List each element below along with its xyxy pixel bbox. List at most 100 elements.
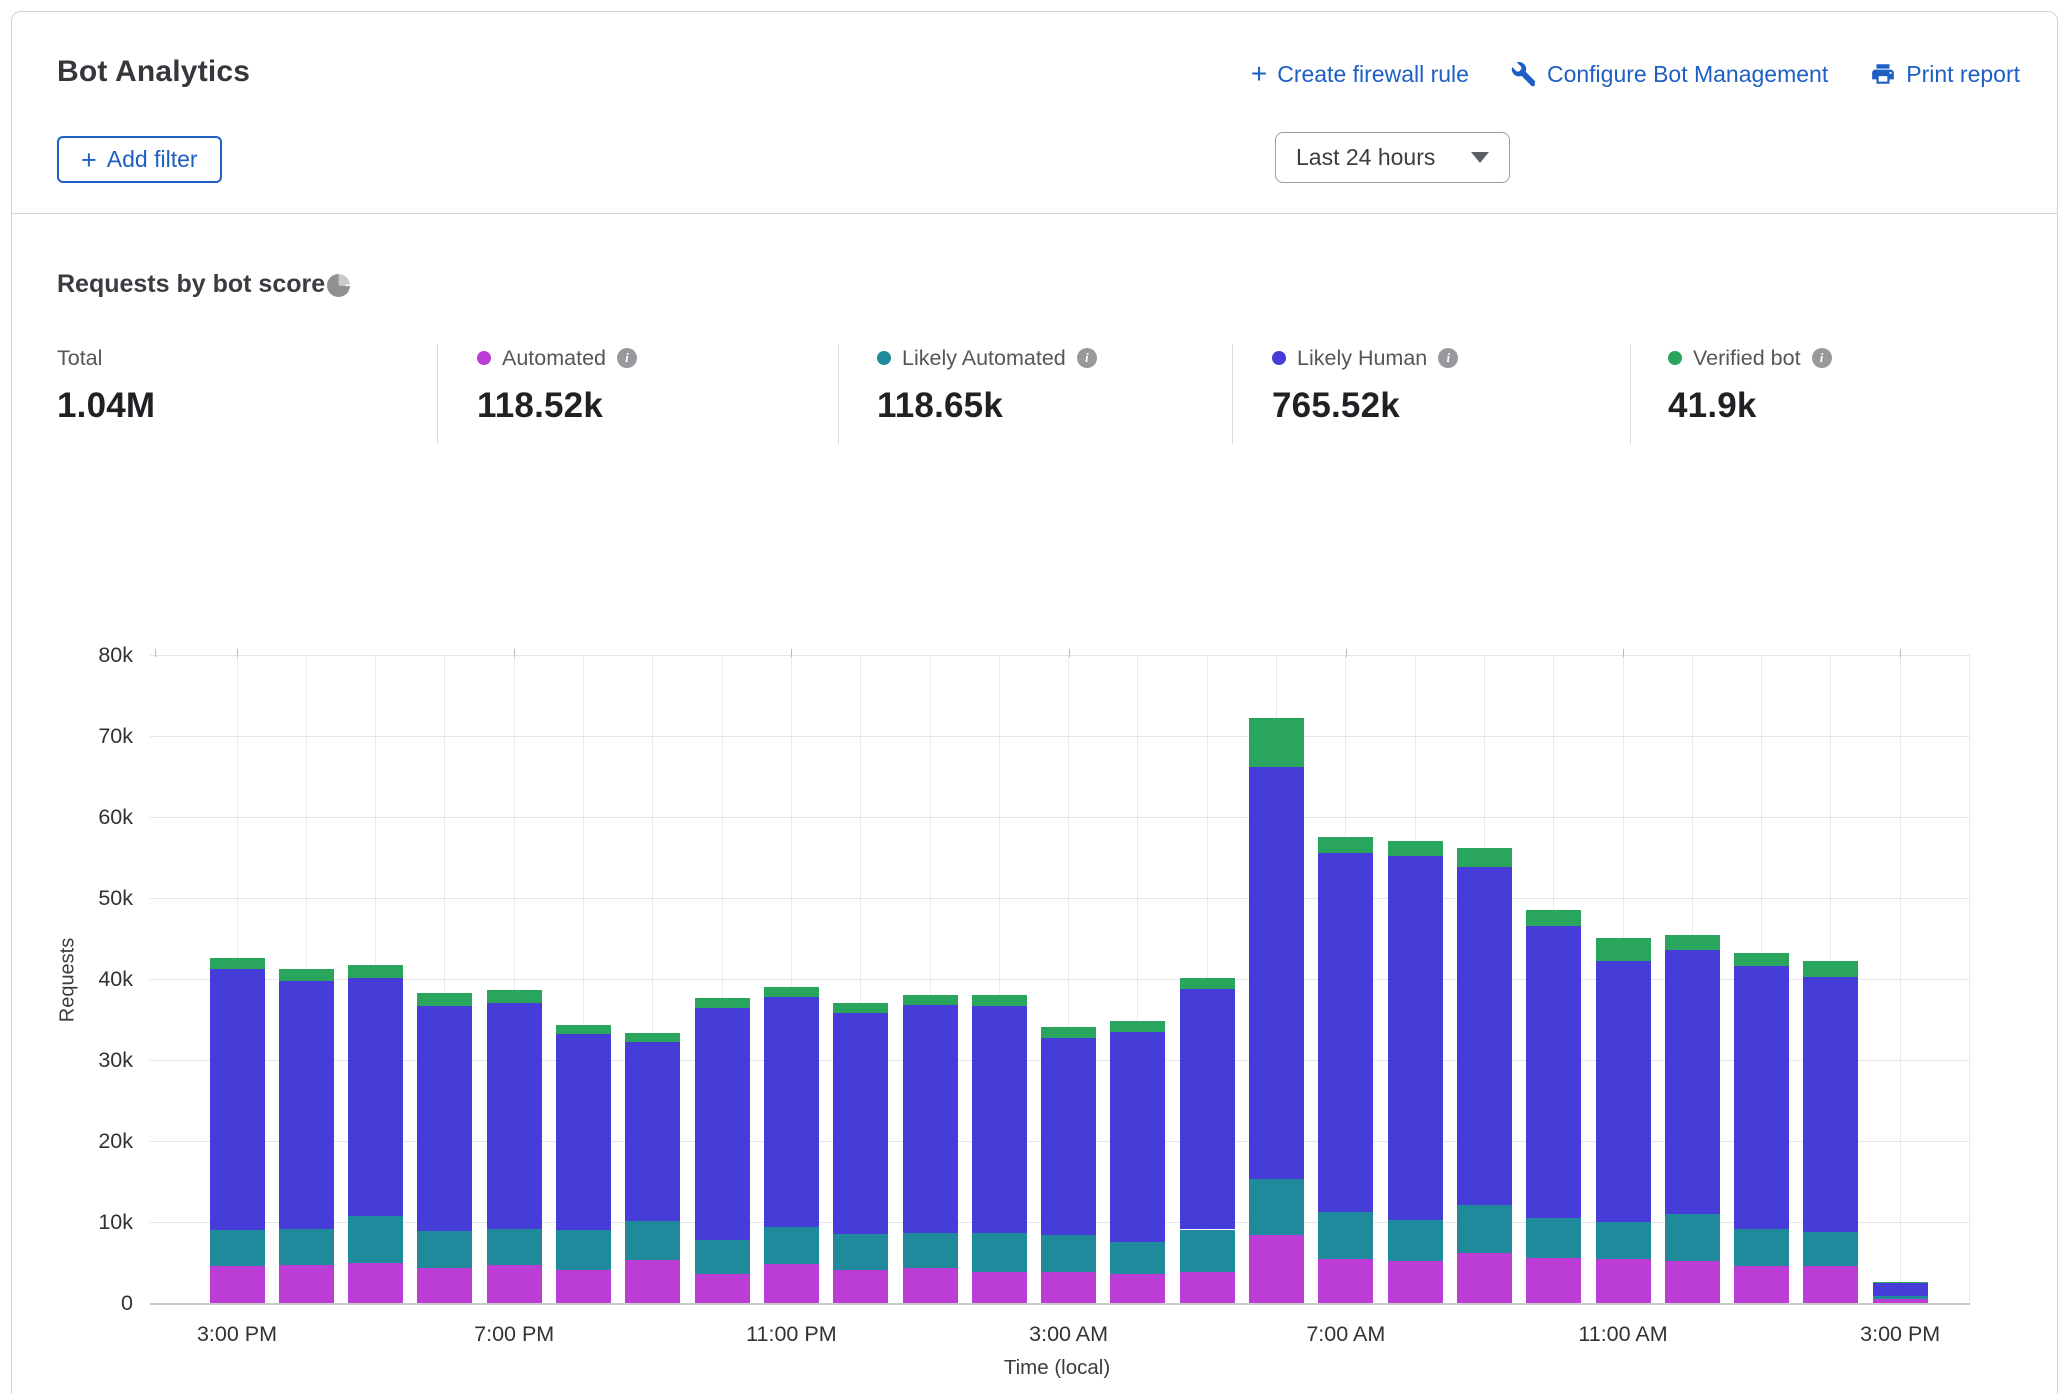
bar-segment-likely-human[interactable] [1734,966,1789,1228]
bar-1200am[interactable] [833,1003,888,1304]
bar-segment-automated[interactable] [833,1270,888,1304]
bar-segment-likely-automated[interactable] [1457,1205,1512,1253]
bar-segment-automated[interactable] [1041,1272,1096,1304]
time-range-select[interactable]: Last 24 hours [1275,132,1510,183]
bar-segment-verified-bot[interactable] [1457,848,1512,867]
bar-segment-automated[interactable] [487,1265,542,1304]
bar-segment-likely-automated[interactable] [1873,1296,1928,1299]
print-report-link[interactable]: Print report [1870,61,2020,88]
bar-200am[interactable] [972,995,1027,1304]
bar-segment-likely-human[interactable] [1457,867,1512,1206]
bar-segment-likely-human[interactable] [1803,977,1858,1232]
bar-segment-likely-automated[interactable] [1110,1242,1165,1274]
bar-segment-verified-bot[interactable] [210,958,265,969]
bar-segment-likely-automated[interactable] [903,1233,958,1268]
bar-segment-likely-automated[interactable] [695,1240,750,1274]
bar-segment-verified-bot[interactable] [1526,910,1581,926]
bar-segment-likely-human[interactable] [903,1005,958,1233]
bar-segment-verified-bot[interactable] [1388,841,1443,856]
bar-400pm[interactable] [279,969,334,1304]
bar-segment-verified-bot[interactable] [695,998,750,1009]
bar-segment-verified-bot[interactable] [1734,953,1789,966]
bar-segment-verified-bot[interactable] [279,969,334,981]
bar-segment-verified-bot[interactable] [625,1033,680,1042]
bar-segment-likely-automated[interactable] [417,1231,472,1268]
create-firewall-rule-link[interactable]: + Create firewall rule [1251,61,1469,88]
bar-segment-likely-automated[interactable] [625,1221,680,1261]
bar-segment-likely-automated[interactable] [1734,1229,1789,1266]
bar-100pm[interactable] [1734,953,1789,1304]
bar-700pm[interactable] [487,990,542,1304]
bar-segment-verified-bot[interactable] [1110,1021,1165,1032]
bar-900pm[interactable] [625,1033,680,1304]
bar-segment-verified-bot[interactable] [764,987,819,997]
bar-300pm[interactable] [210,958,265,1304]
bar-1100am[interactable] [1596,938,1651,1304]
bar-segment-automated[interactable] [972,1272,1027,1304]
bar-300pm[interactable] [1873,1282,1928,1304]
bar-segment-likely-human[interactable] [1318,853,1373,1212]
bar-segment-automated[interactable] [556,1270,611,1304]
bar-segment-automated[interactable] [764,1264,819,1304]
bar-1100pm[interactable] [764,987,819,1304]
bar-segment-likely-automated[interactable] [487,1229,542,1265]
bar-segment-verified-bot[interactable] [903,995,958,1005]
bar-segment-automated[interactable] [1318,1259,1373,1304]
bar-segment-likely-human[interactable] [764,997,819,1227]
bar-900am[interactable] [1457,848,1512,1304]
bar-segment-likely-human[interactable] [833,1013,888,1234]
bar-segment-likely-automated[interactable] [210,1230,265,1266]
bar-segment-likely-automated[interactable] [1596,1222,1651,1259]
bar-800am[interactable] [1388,841,1443,1304]
bar-segment-verified-bot[interactable] [1665,935,1720,949]
bar-segment-verified-bot[interactable] [1596,938,1651,961]
bar-segment-verified-bot[interactable] [417,993,472,1006]
bar-segment-verified-bot[interactable] [1041,1027,1096,1038]
bar-segment-likely-automated[interactable] [1388,1220,1443,1261]
bar-segment-likely-human[interactable] [1249,767,1304,1179]
bar-segment-automated[interactable] [279,1265,334,1304]
bar-segment-verified-bot[interactable] [1249,718,1304,767]
bar-segment-likely-automated[interactable] [1249,1179,1304,1235]
bar-segment-likely-automated[interactable] [1803,1232,1858,1266]
bar-segment-automated[interactable] [1526,1258,1581,1304]
bar-segment-likely-automated[interactable] [556,1230,611,1270]
bar-segment-likely-human[interactable] [1873,1282,1928,1296]
bar-segment-likely-human[interactable] [972,1006,1027,1233]
bar-segment-automated[interactable] [1180,1272,1235,1304]
bar-segment-likely-automated[interactable] [764,1227,819,1264]
info-icon[interactable]: i [1812,348,1832,368]
bar-segment-likely-automated[interactable] [1041,1235,1096,1271]
bar-segment-likely-human[interactable] [348,978,403,1215]
bar-segment-verified-bot[interactable] [972,995,1027,1006]
bar-segment-likely-human[interactable] [556,1034,611,1230]
bar-segment-likely-human[interactable] [1041,1038,1096,1236]
bar-segment-automated[interactable] [1596,1259,1651,1304]
bar-segment-likely-human[interactable] [1665,950,1720,1214]
bar-segment-likely-human[interactable] [279,981,334,1229]
configure-bot-management-link[interactable]: Configure Bot Management [1511,61,1828,88]
bar-segment-likely-human[interactable] [1596,961,1651,1223]
bar-segment-automated[interactable] [1388,1261,1443,1304]
bar-segment-automated[interactable] [1734,1266,1789,1304]
bar-600pm[interactable] [417,993,472,1304]
bar-200pm[interactable] [1803,961,1858,1304]
bar-segment-likely-automated[interactable] [833,1234,888,1270]
bar-segment-verified-bot[interactable] [833,1003,888,1014]
bar-segment-automated[interactable] [1249,1235,1304,1304]
info-icon[interactable]: i [617,348,637,368]
bar-segment-verified-bot[interactable] [1180,978,1235,989]
bar-segment-likely-human[interactable] [487,1003,542,1229]
bar-segment-automated[interactable] [1803,1266,1858,1304]
bar-segment-automated[interactable] [1110,1274,1165,1304]
bar-segment-likely-human[interactable] [210,969,265,1231]
bar-segment-automated[interactable] [210,1266,265,1304]
bar-500pm[interactable] [348,965,403,1304]
bar-segment-likely-human[interactable] [695,1008,750,1240]
bar-segment-verified-bot[interactable] [348,965,403,978]
bar-100am[interactable] [903,995,958,1304]
bar-600am[interactable] [1249,718,1304,1304]
bar-segment-automated[interactable] [1665,1261,1720,1304]
bar-segment-likely-human[interactable] [1110,1032,1165,1243]
add-filter-button[interactable]: + Add filter [57,136,222,183]
